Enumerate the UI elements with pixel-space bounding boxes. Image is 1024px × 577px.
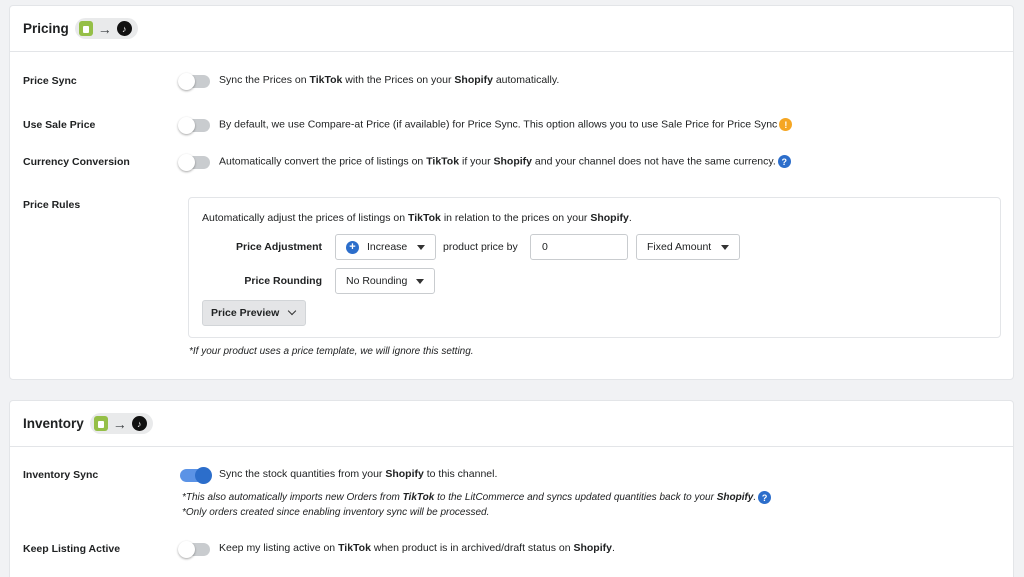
arrow-right-icon: → [97, 20, 112, 37]
inventory-sync-description: Sync the stock quantities from your Shop… [219, 468, 498, 480]
pricing-header: Pricing → ♪ [10, 6, 1013, 52]
price-rules-box: Automatically adjust the prices of listi… [188, 197, 1001, 338]
tiktok-icon: ♪ [116, 21, 132, 36]
keep-listing-active-description: Keep my listing active on TikTok when pr… [219, 542, 615, 554]
inventory-card: Inventory → ♪ Inventory Sync Sync the st… [9, 400, 1014, 577]
inventory-sync-toggle[interactable] [180, 467, 212, 484]
pricing-card: Pricing → ♪ Price Sync Sync the Prices o… [9, 5, 1014, 380]
use-sale-price-toggle[interactable] [178, 117, 210, 134]
price-rules-label: Price Rules [23, 199, 81, 211]
shopify-icon [93, 416, 108, 431]
currency-conversion-description: Automatically convert the price of listi… [219, 155, 791, 168]
caret-down-icon [417, 244, 425, 250]
amount-type-select[interactable]: Fixed Amount [636, 234, 740, 260]
price-rounding-value: No Rounding [346, 275, 408, 287]
currency-conversion-label: Currency Conversion [23, 156, 130, 168]
price-adjustment-label: Price Adjustment [236, 241, 322, 253]
adjustment-direction-value: Increase [367, 241, 408, 253]
use-sale-price-label: Use Sale Price [23, 119, 96, 131]
adjustment-amount-input[interactable]: 0 [530, 234, 628, 260]
adjustment-direction-select[interactable]: + Increase [335, 234, 436, 260]
help-icon[interactable]: ? [758, 491, 772, 504]
warning-info-icon[interactable]: ! [779, 118, 793, 131]
help-icon[interactable]: ? [777, 155, 791, 168]
currency-conversion-toggle[interactable] [178, 154, 210, 171]
price-sync-toggle[interactable] [178, 73, 210, 90]
shopify-icon [78, 21, 93, 36]
caret-down-icon [416, 278, 424, 284]
price-sync-description: Sync the Prices on TikTok with the Price… [219, 74, 560, 86]
inventory-orders-note: *This also automatically imports new Ord… [182, 491, 772, 504]
caret-down-icon [721, 244, 729, 250]
price-rounding-select[interactable]: No Rounding [335, 268, 435, 294]
price-rounding-label: Price Rounding [244, 275, 322, 287]
pricing-title: Pricing [23, 21, 69, 36]
shopify-to-tiktok-badge: → ♪ [74, 18, 138, 39]
product-price-by-text: product price by [443, 241, 518, 253]
price-sync-label: Price Sync [23, 75, 77, 87]
keep-listing-active-toggle[interactable] [178, 541, 210, 558]
inventory-header: Inventory → ♪ [10, 401, 1013, 447]
tiktok-icon: ♪ [131, 416, 147, 431]
price-preview-button[interactable]: Price Preview [202, 300, 306, 326]
price-rules-intro: Automatically adjust the prices of listi… [202, 212, 632, 224]
amount-type-value: Fixed Amount [647, 241, 712, 253]
arrow-right-icon: → [112, 415, 127, 432]
price-template-note: *If your product uses a price template, … [189, 346, 474, 357]
price-preview-label: Price Preview [211, 307, 280, 319]
chevron-down-icon [288, 306, 297, 316]
inventory-sync-since-note: *Only orders created since enabling inve… [182, 507, 490, 518]
inventory-title: Inventory [23, 416, 84, 431]
keep-listing-active-label: Keep Listing Active [23, 543, 121, 555]
plus-circle-icon: + [346, 240, 359, 254]
inventory-sync-label: Inventory Sync [23, 469, 99, 481]
shopify-to-tiktok-badge: → ♪ [89, 413, 153, 434]
use-sale-price-description: By default, we use Compare-at Price (if … [219, 118, 793, 131]
